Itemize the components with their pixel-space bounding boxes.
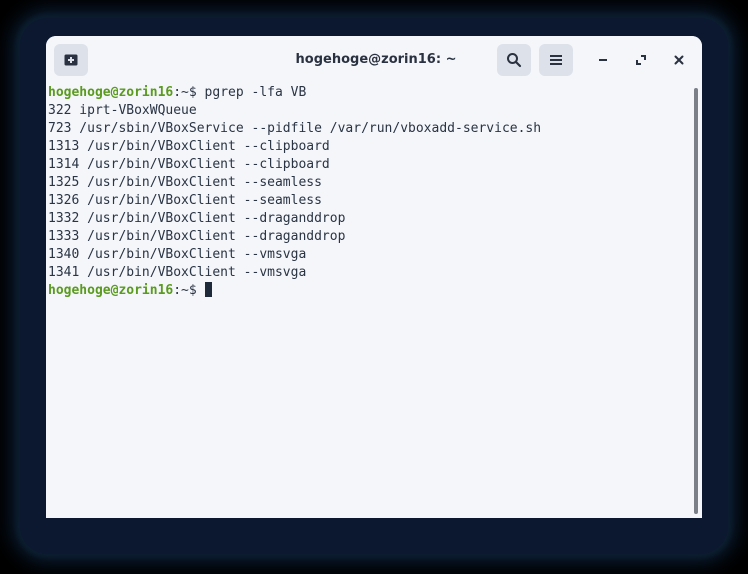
prompt-path: :~$ xyxy=(173,283,205,298)
output-line: 1341 /usr/bin/VBoxClient --vmsvga xyxy=(48,265,307,280)
minimize-icon xyxy=(599,59,607,61)
text-cursor xyxy=(204,282,212,297)
close-button[interactable] xyxy=(665,44,693,76)
command-text: pgrep -lfa VB xyxy=(204,85,307,100)
title-bar[interactable]: hogehoge@zorin16: ~ xyxy=(46,36,702,84)
output-line: 1333 /usr/bin/VBoxClient --draganddrop xyxy=(48,229,346,244)
current-prompt-line: hogehoge@zorin16:~$ xyxy=(48,282,212,300)
output-line: 1340 /usr/bin/VBoxClient --vmsvga xyxy=(48,247,307,262)
prompt-line: hogehoge@zorin16:~$ pgrep -lfa VB xyxy=(48,84,306,102)
minimize-button[interactable] xyxy=(589,44,617,76)
scrollbar-thumb[interactable] xyxy=(694,88,698,514)
maximize-button[interactable] xyxy=(627,44,655,76)
output-line: 723 /usr/sbin/VBoxService --pidfile /var… xyxy=(48,121,542,136)
scrollbar[interactable] xyxy=(692,84,702,518)
hamburger-menu-icon xyxy=(550,55,562,65)
maximize-icon xyxy=(636,55,646,65)
output-line: 1332 /usr/bin/VBoxClient --draganddrop xyxy=(48,211,346,226)
output-line: 1313 /usr/bin/VBoxClient --clipboard xyxy=(48,139,330,154)
new-tab-button[interactable] xyxy=(54,44,88,76)
window-title: hogehoge@zorin16: ~ xyxy=(295,52,457,67)
output-line: 1314 /usr/bin/VBoxClient --clipboard xyxy=(48,157,330,172)
menu-button[interactable] xyxy=(539,44,573,76)
prompt-user: hogehoge@zorin16 xyxy=(48,85,174,100)
search-icon xyxy=(507,53,522,68)
search-button[interactable] xyxy=(497,44,531,76)
close-icon xyxy=(674,55,684,65)
prompt-path: :~$ xyxy=(173,85,205,100)
new-tab-icon xyxy=(64,54,78,66)
terminal-window: hogehoge@zorin16: ~ hogehoge@zorin16:~$ … xyxy=(46,36,702,518)
output-line: 1326 /usr/bin/VBoxClient --seamless xyxy=(48,193,322,208)
terminal-output-area[interactable]: hogehoge@zorin16:~$ pgrep -lfa VB 322 ip… xyxy=(46,84,692,518)
output-line: 1325 /usr/bin/VBoxClient --seamless xyxy=(48,175,322,190)
output-line: 322 iprt-VBoxWQueue xyxy=(48,103,197,118)
prompt-user: hogehoge@zorin16 xyxy=(48,283,174,298)
